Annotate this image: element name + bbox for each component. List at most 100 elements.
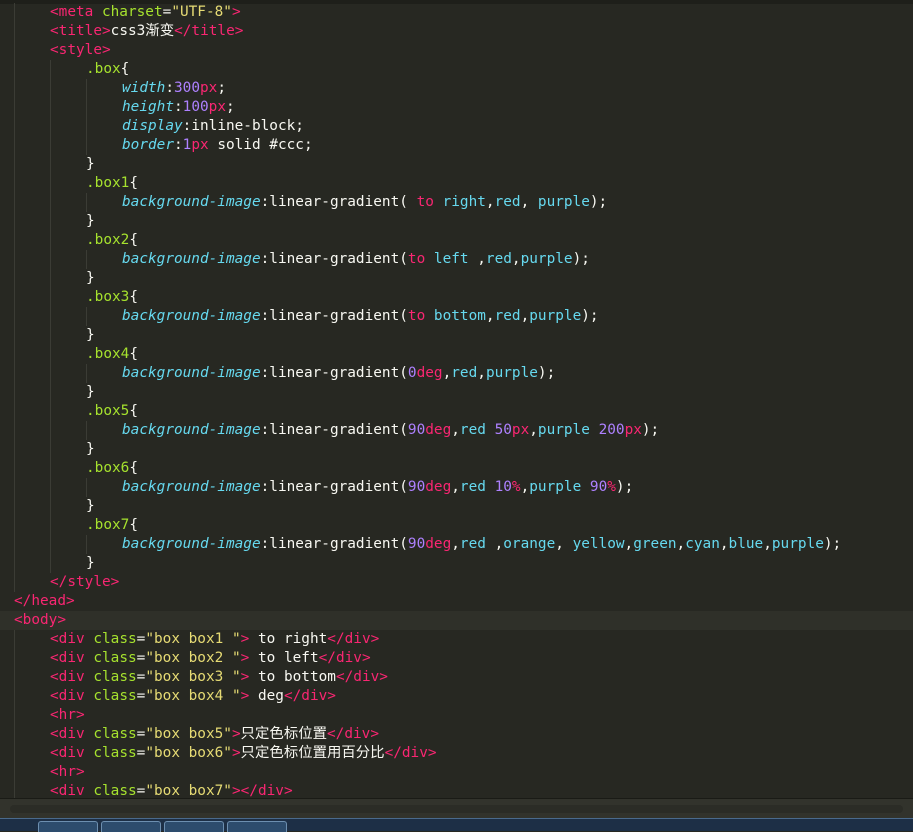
indent-guide: [86, 535, 87, 554]
code-line[interactable]: display:inline-block;: [0, 117, 913, 136]
code-line[interactable]: }: [0, 440, 913, 459]
code-line[interactable]: <div class="box box4 "> deg</div>: [0, 687, 913, 706]
code-line[interactable]: .box7{: [0, 516, 913, 535]
code-content: background-image:linear-gradient( to rig…: [122, 193, 607, 212]
code-line[interactable]: <div class="box box2 "> to left</div>: [0, 649, 913, 668]
code-line[interactable]: <div class="box box6">只定色标位置用百分比</div>: [0, 744, 913, 763]
code-token: yellow: [572, 536, 625, 552]
indent-guide: [14, 288, 15, 307]
code-content: .box4{: [86, 345, 138, 364]
horizontal-scrollbar[interactable]: [0, 798, 913, 819]
code-line[interactable]: .box3{: [0, 288, 913, 307]
code-content: <div class="box box7"></div>: [50, 782, 293, 798]
indent-guide: [14, 364, 15, 383]
code-line[interactable]: }: [0, 383, 913, 402]
code-line[interactable]: .box2{: [0, 231, 913, 250]
code-line[interactable]: <title>css3渐变</title>: [0, 22, 913, 41]
code-token: linear-gradient(: [269, 479, 408, 495]
code-line[interactable]: </head>: [0, 592, 913, 611]
app-icon[interactable]: [227, 821, 287, 832]
code-token: deg: [425, 422, 452, 438]
code-area[interactable]: <meta charset="UTF-8"> <title>css3渐变</tit…: [0, 3, 913, 798]
code-token: ,: [520, 479, 530, 495]
code-line[interactable]: }: [0, 212, 913, 231]
code-content: }: [86, 269, 95, 288]
scrollbar-track[interactable]: [10, 805, 903, 813]
code-token: background-image: [122, 251, 261, 267]
code-line[interactable]: <meta charset="UTF-8">: [0, 3, 913, 22]
code-line[interactable]: </style>: [0, 573, 913, 592]
indent-guide: [14, 117, 15, 136]
code-line[interactable]: .box5{: [0, 402, 913, 421]
code-line[interactable]: }: [0, 326, 913, 345]
folder-icon[interactable]: [101, 821, 161, 832]
code-token: display: [122, 118, 183, 134]
code-token: );: [615, 479, 634, 495]
chrome-icon[interactable]: [164, 821, 224, 832]
code-line[interactable]: <div class="box box5">只定色标位置</div>: [0, 725, 913, 744]
indent-guide: [14, 307, 15, 326]
code-token: "box box7": [145, 783, 232, 798]
code-line[interactable]: <div class="box box3 "> to bottom</div>: [0, 668, 913, 687]
code-line[interactable]: <body>: [0, 611, 913, 630]
code-line[interactable]: .box{: [0, 60, 913, 79]
code-line[interactable]: background-image:linear-gradient(90deg,r…: [0, 421, 913, 440]
code-content: <div class="box box1 "> to right</div>: [50, 630, 379, 649]
code-token: ,: [477, 251, 486, 267]
code-line[interactable]: <hr>: [0, 706, 913, 725]
code-line[interactable]: background-image:linear-gradient(90deg,r…: [0, 478, 913, 497]
code-line[interactable]: <div class="box box1 "> to right</div>: [0, 630, 913, 649]
code-token: "box box2 ": [145, 650, 241, 666]
code-line[interactable]: }: [0, 554, 913, 573]
code-line[interactable]: .box4{: [0, 345, 913, 364]
indent-guide: [14, 22, 15, 41]
indent-guide: [50, 345, 51, 364]
code-line[interactable]: background-image:linear-gradient(90deg,r…: [0, 535, 913, 554]
indent-guide: [50, 231, 51, 250]
indent-guide: [50, 497, 51, 516]
indent-guide: [50, 364, 51, 383]
code-line[interactable]: height:100px;: [0, 98, 913, 117]
code-line[interactable]: width:300px;: [0, 79, 913, 98]
code-line[interactable]: }: [0, 497, 913, 516]
code-line[interactable]: border:1px solid #ccc;: [0, 136, 913, 155]
code-content: <title>css3渐变</title>: [50, 22, 243, 41]
indent-guide: [50, 383, 51, 402]
code-token: class: [93, 783, 137, 798]
code-line[interactable]: <hr>: [0, 763, 913, 782]
indent-guide: [14, 136, 15, 155]
code-token: class: [93, 669, 137, 685]
code-token: .box7: [86, 517, 130, 533]
code-token: );: [823, 536, 842, 552]
code-token: 90: [407, 536, 426, 552]
code-token: {: [120, 61, 130, 77]
indent-guide: [50, 478, 51, 497]
code-token: linear-gradient(: [269, 422, 408, 438]
code-line[interactable]: background-image:linear-gradient(to bott…: [0, 307, 913, 326]
code-token: >: [231, 726, 241, 742]
indent-guide: [50, 155, 51, 174]
code-token: red: [494, 308, 521, 324]
code-editor[interactable]: <meta charset="UTF-8"> <title>css3渐变</tit…: [0, 0, 913, 798]
ie-icon[interactable]: [38, 821, 98, 832]
code-line[interactable]: .box1{: [0, 174, 913, 193]
code-content: <style>: [50, 41, 111, 60]
code-line[interactable]: }: [0, 269, 913, 288]
code-token: to: [407, 308, 426, 324]
code-line[interactable]: }: [0, 155, 913, 174]
code-token: to: [416, 194, 434, 210]
code-token: </div>: [335, 669, 388, 685]
code-token: <div: [50, 650, 94, 666]
code-token: "UTF-8": [171, 4, 232, 20]
code-line[interactable]: <style>: [0, 41, 913, 60]
code-token: <div: [50, 745, 94, 761]
code-line[interactable]: background-image:linear-gradient(to left…: [0, 250, 913, 269]
code-token: </title>: [174, 23, 244, 39]
code-line[interactable]: background-image:linear-gradient( to rig…: [0, 193, 913, 212]
code-line[interactable]: .box6{: [0, 459, 913, 478]
indent-guide: [50, 79, 51, 98]
code-token: to: [407, 251, 426, 267]
code-line[interactable]: <div class="box box7"></div>: [0, 782, 913, 798]
code-line[interactable]: background-image:linear-gradient(0deg,re…: [0, 364, 913, 383]
code-content: <body>: [14, 611, 66, 630]
